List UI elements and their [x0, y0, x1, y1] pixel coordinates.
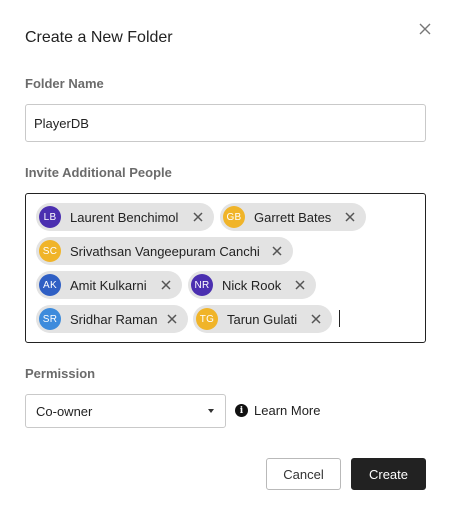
- chevron-down-icon: [208, 409, 214, 413]
- info-icon: i: [235, 404, 248, 417]
- folder-name-input[interactable]: [25, 104, 426, 142]
- person-name: Sridhar Raman: [70, 311, 158, 327]
- remove-chip-icon[interactable]: [192, 211, 204, 223]
- cancel-button[interactable]: Cancel: [266, 458, 341, 490]
- person-chip: GB Garrett Bates: [220, 203, 366, 231]
- permission-value: Co-owner: [36, 404, 93, 419]
- invite-people-field[interactable]: LB Laurent Benchimol GB Garrett Bates SC…: [25, 193, 426, 343]
- remove-chip-icon[interactable]: [271, 245, 283, 257]
- text-cursor: [339, 310, 340, 327]
- person-name: Amit Kulkarni: [70, 277, 147, 293]
- person-name: Laurent Benchimol: [70, 209, 179, 225]
- person-name: Nick Rook: [222, 277, 282, 293]
- remove-chip-icon[interactable]: [310, 313, 322, 325]
- avatar: SC: [39, 240, 61, 262]
- person-name: Garrett Bates: [254, 209, 332, 225]
- person-chip: LB Laurent Benchimol: [36, 203, 214, 231]
- remove-chip-icon[interactable]: [160, 279, 172, 291]
- avatar: NR: [191, 274, 213, 296]
- person-name: Tarun Gulati: [227, 311, 298, 327]
- person-chip: SR Sridhar Raman: [36, 305, 188, 333]
- folder-name-label: Folder Name: [25, 76, 104, 91]
- remove-chip-icon[interactable]: [294, 279, 306, 291]
- person-chip: AK Amit Kulkarni: [36, 271, 182, 299]
- dialog-title: Create a New Folder: [25, 29, 173, 46]
- avatar: GB: [223, 206, 245, 228]
- create-folder-dialog: Create a New Folder Folder Name Invite A…: [0, 0, 455, 517]
- person-chip: NR Nick Rook: [188, 271, 316, 299]
- permission-label: Permission: [25, 366, 96, 381]
- learn-more-label: Learn More: [254, 403, 321, 418]
- learn-more-link[interactable]: i Learn More: [235, 403, 320, 418]
- avatar: AK: [39, 274, 61, 296]
- remove-chip-icon[interactable]: [166, 313, 178, 325]
- person-chip: SC Srivathsan Vangeepuram Canchi: [36, 237, 293, 265]
- person-chip: TG Tarun Gulati: [193, 305, 332, 333]
- avatar: LB: [39, 206, 61, 228]
- close-icon[interactable]: [416, 20, 434, 38]
- permission-select[interactable]: Co-owner: [25, 394, 226, 428]
- avatar: TG: [196, 308, 218, 330]
- person-name: Srivathsan Vangeepuram Canchi: [70, 243, 260, 259]
- create-button[interactable]: Create: [351, 458, 426, 490]
- remove-chip-icon[interactable]: [344, 211, 356, 223]
- invite-label: Invite Additional People: [25, 165, 172, 180]
- avatar: SR: [39, 308, 61, 330]
